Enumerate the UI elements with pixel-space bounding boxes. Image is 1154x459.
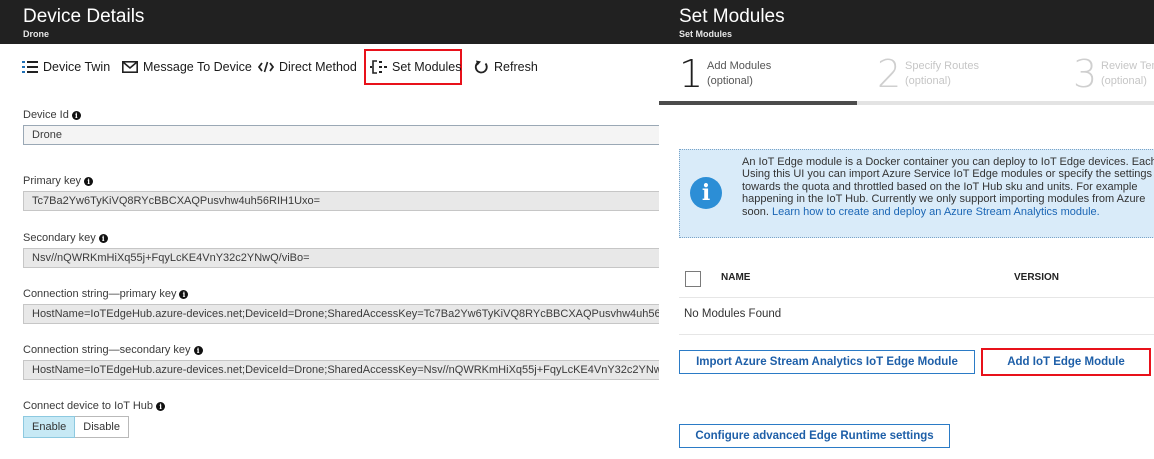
step-progress-bar xyxy=(857,101,1057,105)
enable-option[interactable]: Enable xyxy=(23,416,76,438)
disable-option[interactable]: Disable xyxy=(75,416,129,438)
add-iot-edge-module-button[interactable]: Add IoT Edge Module xyxy=(981,348,1151,376)
info-line: Using this UI you can import Azure Servi… xyxy=(742,168,1153,181)
set-modules-label: Set Modules xyxy=(392,60,462,74)
code-icon xyxy=(258,61,274,73)
message-to-device-button[interactable]: Message To Device xyxy=(122,51,252,83)
blade-subtitle: Set Modules xyxy=(679,29,733,39)
conn-primary-label: Connection string—primary key i xyxy=(23,288,189,300)
direct-method-label: Direct Method xyxy=(279,60,357,74)
device-id-field[interactable]: Drone xyxy=(23,125,659,145)
refresh-icon xyxy=(474,60,489,75)
device-twin-label: Device Twin xyxy=(43,60,111,74)
secondary-key-field[interactable]: Nsv//nQWRKmHiXq55j+FqyLcKE4VnY32c2YNwQ/v… xyxy=(23,248,659,268)
secondary-key-label-text: Secondary key xyxy=(23,232,96,244)
info-text-prefix: soon. xyxy=(742,205,772,218)
column-header-name[interactable]: NAME xyxy=(721,272,750,283)
step-title: Specify Routes xyxy=(905,60,979,72)
step-subtitle: (optional) xyxy=(707,75,753,87)
list-icon xyxy=(22,61,38,73)
connect-device-label-text: Connect device to IoT Hub xyxy=(23,400,154,412)
configure-runtime-settings-button[interactable]: Configure advanced Edge Runtime settings xyxy=(679,424,950,448)
envelope-icon xyxy=(122,61,138,73)
divider xyxy=(679,334,1154,335)
blade-header: Device Details Drone xyxy=(0,0,659,44)
device-id-label: Device Id i xyxy=(23,109,81,121)
select-all-checkbox[interactable] xyxy=(685,271,701,287)
primary-key-label-text: Primary key xyxy=(23,175,82,187)
device-details-blade: Device Details Drone Device Twin Message… xyxy=(0,0,659,459)
step-title: Add Modules xyxy=(707,60,772,72)
step-label: Add Modules (optional) xyxy=(707,59,771,89)
info-line: An IoT Edge module is a Docker container… xyxy=(742,156,1154,168)
info-icon[interactable]: i xyxy=(98,233,108,243)
step-title: Review Template xyxy=(1101,60,1154,72)
conn-secondary-label-text: Connection string—secondary key xyxy=(23,344,191,356)
empty-table-message: No Modules Found xyxy=(684,308,782,320)
command-bar: Device Twin Message To Device Direct Met… xyxy=(0,47,659,85)
step-progress-bar xyxy=(659,101,859,105)
device-id-label-text: Device Id xyxy=(23,109,69,121)
step-number: 1 xyxy=(679,52,704,96)
conn-primary-label-text: Connection string—primary key xyxy=(23,288,177,300)
step-progress-bar xyxy=(1053,101,1154,105)
step-label: Specify Routes (optional) xyxy=(905,59,979,89)
column-header-version[interactable]: VERSION xyxy=(1014,272,1059,283)
primary-key-label: Primary key i xyxy=(23,175,94,187)
step-label: Review Template (optional) xyxy=(1101,59,1154,89)
message-to-device-label: Message To Device xyxy=(143,60,252,74)
step-number: 2 xyxy=(877,52,902,96)
info-line: happening in the IoT Hub. Currently we o… xyxy=(742,193,1146,206)
blade-subtitle: Drone xyxy=(23,29,50,39)
device-twin-button[interactable]: Device Twin xyxy=(22,51,110,83)
direct-method-button[interactable]: Direct Method xyxy=(258,51,357,83)
modules-table-header: NAME VERSION xyxy=(679,258,1154,298)
info-icon: i xyxy=(690,177,722,209)
step-subtitle: (optional) xyxy=(905,75,951,87)
conn-secondary-field[interactable]: HostName=IoTEdgeHub.azure-devices.net;De… xyxy=(23,360,659,380)
wizard-steps: 1 Add Modules (optional) 2 Specify Route… xyxy=(659,53,1154,105)
secondary-key-label: Secondary key i xyxy=(23,232,108,244)
step-subtitle: (optional) xyxy=(1101,75,1147,87)
learn-more-link[interactable]: Learn how to create and deploy an Azure … xyxy=(772,206,1100,218)
info-icon[interactable]: i xyxy=(193,345,203,355)
info-line: soon. Learn how to create and deploy an … xyxy=(742,206,1154,218)
blade-header: Set Modules Set Modules xyxy=(659,0,1154,44)
blade-title: Set Modules xyxy=(679,6,785,27)
modules-icon xyxy=(370,60,387,74)
step-number: 3 xyxy=(1073,52,1098,96)
set-modules-blade: Set Modules Set Modules 1 Add Modules (o… xyxy=(659,0,1154,459)
conn-primary-field[interactable]: HostName=IoTEdgeHub.azure-devices.net;De… xyxy=(23,304,659,324)
info-line: towards the quota and throttled based on… xyxy=(742,180,1138,193)
refresh-button[interactable]: Refresh xyxy=(474,51,538,83)
primary-key-field[interactable]: Tc7Ba2Yw6TyKiVQ8RYcBBCXAQPusvhw4uh56RIH1… xyxy=(23,191,659,211)
info-icon[interactable]: i xyxy=(84,176,94,186)
set-modules-button[interactable]: Set Modules xyxy=(364,49,462,85)
import-asa-module-button[interactable]: Import Azure Stream Analytics IoT Edge M… xyxy=(679,350,975,374)
info-icon[interactable]: i xyxy=(156,401,166,411)
refresh-label: Refresh xyxy=(494,60,538,74)
info-text: An IoT Edge module is a Docker container… xyxy=(742,156,1154,218)
info-icon[interactable]: i xyxy=(179,289,189,299)
connect-device-label: Connect device to IoT Hub i xyxy=(23,400,166,412)
connect-toggle: Enable Disable xyxy=(23,416,129,438)
info-icon[interactable]: i xyxy=(71,110,81,120)
conn-secondary-label: Connection string—secondary key i xyxy=(23,344,203,356)
blade-title: Device Details xyxy=(23,6,145,27)
info-banner: i An IoT Edge module is a Docker contain… xyxy=(679,149,1154,238)
